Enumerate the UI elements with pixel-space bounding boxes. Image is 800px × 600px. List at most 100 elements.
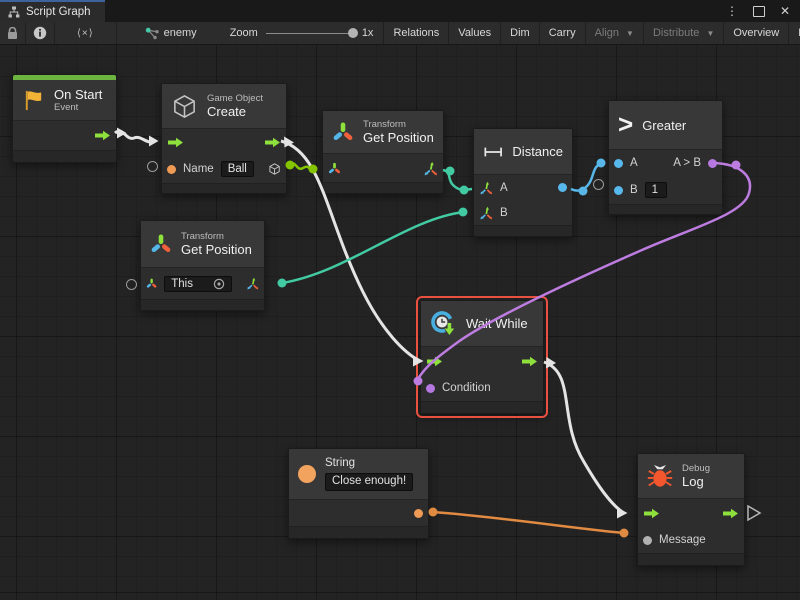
zoom-control: Zoom 1x — [220, 22, 384, 44]
node-title: Get Position — [181, 242, 252, 258]
flow-output-port[interactable] — [722, 508, 739, 519]
string-icon — [298, 465, 316, 483]
flow-output-port[interactable] — [521, 356, 538, 367]
flow-output-port[interactable] — [94, 130, 111, 141]
flow-input-port[interactable] — [167, 137, 184, 148]
flow-input-port[interactable] — [426, 356, 443, 367]
node-on-start-event[interactable]: On Start Event — [12, 74, 117, 163]
tab-script-graph[interactable]: Script Graph — [0, 0, 105, 22]
port-label: Condition — [442, 382, 491, 394]
fullscreen-button[interactable]: Full Screen — [789, 22, 800, 44]
vector3-input-port-a[interactable] — [479, 181, 493, 195]
node-wait-while[interactable]: Wait While Condition — [420, 300, 544, 414]
flow-input-port[interactable] — [643, 508, 660, 519]
node-title: Wait While — [466, 316, 528, 331]
overview-button[interactable]: Overview — [724, 22, 789, 44]
port-label: Message — [659, 534, 706, 546]
transform-input-port[interactable] — [328, 162, 341, 175]
maximize-icon[interactable] — [753, 6, 765, 17]
tab-bar: Script Graph ⋮ ✕ — [0, 0, 800, 22]
vector3-input-port-b[interactable] — [479, 206, 493, 220]
node-subtitle: Transform — [181, 231, 252, 242]
node-string-literal[interactable]: String Close enough! — [288, 448, 429, 539]
input-port-a[interactable] — [614, 159, 623, 168]
port-label-b: B — [630, 184, 638, 196]
node-game-object-create[interactable]: Game Object Create Name Ball — [161, 83, 287, 194]
output-label: A > B — [673, 157, 701, 169]
string-value-field[interactable]: Close enough! — [325, 473, 413, 491]
inspect-button[interactable] — [26, 22, 55, 44]
node-get-position-b[interactable]: Transform Get Position This — [140, 220, 265, 311]
vector3-output-port[interactable] — [246, 276, 259, 291]
dim-button[interactable]: Dim — [501, 22, 540, 44]
transform-input-port[interactable] — [146, 277, 157, 290]
graph-name: enemy — [164, 27, 197, 39]
node-subtitle: Transform — [363, 119, 434, 130]
window-menu-icon[interactable]: ⋮ — [726, 4, 738, 18]
edit-code-button[interactable]: ⟨×⟩ — [55, 22, 117, 44]
zoom-label: Zoom — [230, 27, 258, 39]
values-button[interactable]: Values — [449, 22, 501, 44]
node-greater[interactable]: > Greater A A > B B 1 — [608, 100, 723, 215]
game-object-icon — [171, 93, 198, 120]
zoom-slider[interactable] — [266, 33, 354, 34]
node-subtitle: Game Object — [207, 93, 263, 104]
lock-icon — [7, 27, 18, 40]
node-get-position-a[interactable]: Transform Get Position — [322, 110, 444, 194]
info-icon — [33, 26, 47, 40]
port-label-a: A — [630, 157, 638, 169]
close-icon[interactable]: ✕ — [780, 4, 790, 18]
window-controls: ⋮ ✕ — [726, 0, 800, 22]
unconnected-port-ring[interactable] — [593, 179, 604, 190]
node-distance[interactable]: Distance A B — [473, 128, 573, 237]
name-value-field[interactable]: Ball — [221, 161, 254, 177]
object-picker-icon[interactable] — [213, 278, 225, 290]
game-object-output-port[interactable] — [268, 161, 281, 177]
node-title: Create — [207, 104, 263, 120]
graph-toolbar: ⟨×⟩ enemy Zoom 1x Relations Values Dim C… — [0, 22, 800, 45]
result-output-port[interactable] — [708, 159, 717, 168]
graph-breadcrumb[interactable]: enemy — [117, 22, 206, 44]
distance-output-port[interactable] — [558, 183, 567, 192]
transform-icon — [332, 121, 354, 143]
carry-button[interactable]: Carry — [540, 22, 586, 44]
name-input-port[interactable] — [167, 165, 176, 174]
node-title: String — [325, 457, 413, 471]
unconnected-port-ring[interactable] — [126, 279, 137, 290]
distance-icon — [483, 144, 503, 160]
wait-clock-icon — [430, 310, 457, 337]
align-dropdown[interactable]: Align▼ — [586, 22, 644, 44]
chevron-down-icon: ▼ — [626, 29, 634, 38]
zoom-value: 1x — [362, 27, 374, 39]
vector3-output-port[interactable] — [423, 161, 438, 176]
code-icon: ⟨×⟩ — [77, 28, 94, 39]
node-title: On Start — [54, 87, 102, 103]
lock-button[interactable] — [0, 22, 26, 44]
target-field[interactable]: This — [164, 276, 232, 292]
chevron-down-icon: ▼ — [706, 29, 714, 38]
input-port-b[interactable] — [614, 186, 623, 195]
transform-icon — [150, 233, 172, 255]
node-subtitle: Debug — [682, 463, 710, 474]
relations-button[interactable]: Relations — [383, 22, 449, 44]
node-title: Greater — [642, 118, 686, 133]
tab-title: Script Graph — [26, 6, 91, 18]
node-title: Log — [682, 474, 710, 490]
flow-output-port[interactable] — [264, 137, 281, 148]
b-value-field[interactable]: 1 — [645, 182, 667, 198]
distribute-dropdown[interactable]: Distribute▼ — [644, 22, 724, 44]
node-debug-log[interactable]: Debug Log Message — [637, 453, 745, 566]
message-input-port[interactable] — [643, 536, 652, 545]
graph-tab-icon — [8, 6, 20, 18]
string-output-port[interactable] — [414, 509, 423, 518]
greater-icon: > — [618, 111, 633, 137]
port-label-a: A — [500, 182, 508, 194]
unconnected-port-ring[interactable] — [147, 161, 158, 172]
node-subtitle: Event — [54, 102, 102, 113]
condition-input-port[interactable] — [426, 384, 435, 393]
zoom-slider-handle[interactable] — [348, 28, 358, 38]
port-label: Name — [183, 163, 214, 175]
flag-icon — [22, 89, 45, 112]
node-title: Get Position — [363, 130, 434, 146]
port-label-b: B — [500, 207, 508, 219]
